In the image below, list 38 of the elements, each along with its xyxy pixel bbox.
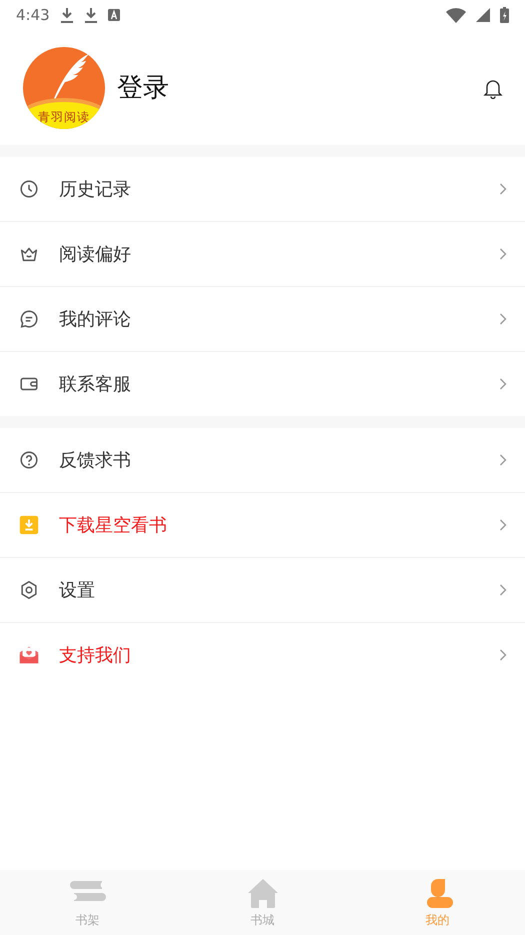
app-logo: 青羽阅读 <box>23 46 105 128</box>
menu-item[interactable]: 阅读偏好 <box>0 222 525 287</box>
menu-item[interactable]: 联系客服 <box>0 352 525 416</box>
help-icon <box>18 449 40 471</box>
chevron-right-icon <box>499 584 507 596</box>
status-time: 4:43 <box>16 6 50 24</box>
chevron-right-icon <box>499 519 507 531</box>
chevron-right-icon <box>499 454 507 466</box>
menu-label: 我的评论 <box>59 308 132 331</box>
menu-label: 阅读偏好 <box>59 243 132 266</box>
chevron-right-icon <box>499 313 507 325</box>
chevron-right-icon <box>499 649 507 661</box>
chevron-right-icon <box>499 378 507 390</box>
menu-label: 历史记录 <box>59 178 132 201</box>
chevron-right-icon <box>499 248 507 260</box>
menu-item[interactable]: 历史记录 <box>0 157 525 222</box>
download-icon <box>60 7 74 23</box>
menu-label: 下载星空看书 <box>59 514 168 537</box>
menu-item[interactable]: 反馈求书 <box>0 428 525 493</box>
notification-icon <box>108 9 120 21</box>
signal-icon <box>476 8 490 22</box>
wifi-icon <box>446 8 466 22</box>
login-link[interactable]: 登录 <box>117 70 483 105</box>
menu-label: 反馈求书 <box>59 449 132 472</box>
chevron-right-icon <box>499 183 507 195</box>
menu-item[interactable]: 我的评论 <box>0 287 525 352</box>
battery-icon <box>500 7 509 23</box>
envelope-icon <box>18 644 40 666</box>
menu-label: 支持我们 <box>59 644 132 667</box>
clock-icon <box>18 178 40 200</box>
menu-item[interactable]: 下载星空看书 <box>0 493 525 558</box>
menu-item[interactable]: 支持我们 <box>0 623 525 687</box>
menu-item[interactable]: 设置 <box>0 558 525 623</box>
menu-label: 设置 <box>59 579 96 602</box>
download-icon <box>84 7 98 23</box>
menu-label: 联系客服 <box>59 373 132 396</box>
chat-bubble-icon <box>18 308 40 330</box>
download-icon <box>18 514 40 536</box>
